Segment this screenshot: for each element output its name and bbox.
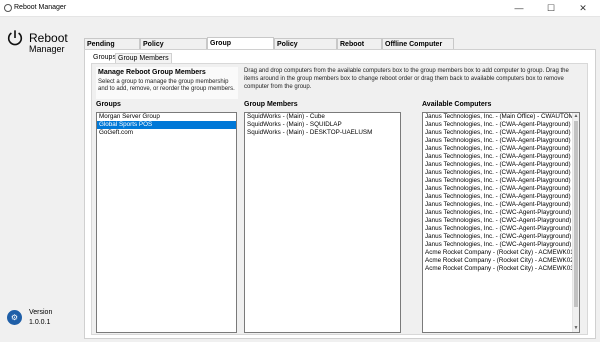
computer-item[interactable]: Janus Technologies, Inc. - (Main Office)… — [423, 113, 573, 121]
group-item-selected[interactable]: Global Sports POS — [97, 121, 236, 129]
computer-item[interactable]: Janus Technologies, Inc. - (CWC-Agent-Pl… — [423, 225, 573, 233]
group-management-panel: Groups Group Members Manage Reboot Group… — [84, 49, 596, 339]
computer-item[interactable]: Janus Technologies, Inc. - (CWA-Agent-Pl… — [423, 177, 573, 185]
brand-subtitle: Manager — [29, 44, 65, 54]
version-number: 1.0.0.1 — [29, 319, 51, 326]
group-item[interactable]: Morgan Server Group — [97, 113, 236, 121]
computer-item[interactable]: Janus Technologies, Inc. - (CWA-Agent-Pl… — [423, 121, 573, 129]
tab-pending-reboot[interactable]: Pending Reboot — [84, 38, 140, 59]
group-members-listbox[interactable]: SquidWorks - (Main) - Cube SquidWorks - … — [244, 112, 401, 333]
computer-item[interactable]: Janus Technologies, Inc. - (CWC-Agent-Pl… — [423, 233, 573, 241]
app-icon — [4, 4, 12, 12]
computer-item[interactable]: Acme Rocket Company - (Rocket City) - AC… — [423, 257, 573, 265]
minimize-button[interactable]: — — [503, 0, 535, 17]
computer-item[interactable]: Janus Technologies, Inc. - (CWC-Agent-Pl… — [423, 217, 573, 225]
manage-header: Manage Reboot Group Members Select a gro… — [96, 67, 238, 99]
available-computers-listbox[interactable]: Janus Technologies, Inc. - (Main Office)… — [422, 112, 580, 333]
computer-item[interactable]: Acme Rocket Company - (Rocket City) - AC… — [423, 265, 573, 273]
manage-description: Select a group to manage the group membe… — [98, 79, 235, 92]
sidebar: Reboot Manager ⚙ Version 1.0.0.1 — [0, 17, 81, 342]
subtab-groups[interactable]: Groups — [91, 53, 118, 63]
brand-title: Reboot — [29, 31, 68, 45]
tab-group-management[interactable]: Group Management — [207, 37, 274, 58]
computer-item[interactable]: Janus Technologies, Inc. - (CWC-Agent-Pl… — [423, 209, 573, 217]
tab-reboot-logs[interactable]: Reboot Logs — [337, 38, 382, 59]
company-logo-icon: ⚙ — [7, 310, 22, 325]
computer-item[interactable]: Janus Technologies, Inc. - (CWA-Agent-Pl… — [423, 129, 573, 137]
member-item[interactable]: SquidWorks - (Main) - Cube — [245, 113, 400, 121]
power-icon — [7, 30, 23, 46]
computer-item[interactable]: Janus Technologies, Inc. - (CWA-Agent-Pl… — [423, 145, 573, 153]
member-item[interactable]: SquidWorks - (Main) - DESKTOP-UAELUSM — [245, 129, 400, 137]
maximize-button[interactable]: ☐ — [535, 0, 567, 17]
member-item[interactable]: SquidWorks - (Main) - SQUIDLAP — [245, 121, 400, 129]
scroll-up-icon[interactable]: ▲ — [573, 113, 579, 120]
computer-item[interactable]: Janus Technologies, Inc. - (CWA-Agent-Pl… — [423, 137, 573, 145]
title-bar: Reboot Manager — ☐ ✕ — [0, 0, 600, 17]
groups-label: Groups — [96, 101, 121, 108]
group-members-page: Manage Reboot Group Members Select a gro… — [91, 63, 588, 335]
close-button[interactable]: ✕ — [567, 0, 599, 17]
tab-policy-management[interactable]: Policy Management — [140, 38, 207, 59]
scroll-down-icon[interactable]: ▼ — [573, 325, 579, 332]
manage-title: Manage Reboot Group Members — [98, 69, 206, 76]
tab-offline-computer-log[interactable]: Offline Computer Log — [382, 38, 454, 59]
computer-item[interactable]: Janus Technologies, Inc. - (CWA-Agent-Pl… — [423, 201, 573, 209]
computer-item[interactable]: Janus Technologies, Inc. - (CWA-Agent-Pl… — [423, 161, 573, 169]
tab-policy-assignment[interactable]: Policy Assignment — [274, 38, 337, 59]
group-item[interactable]: GoGeft.com — [97, 129, 236, 137]
computer-item[interactable]: Janus Technologies, Inc. - (CWA-Agent-Pl… — [423, 193, 573, 201]
vertical-scrollbar[interactable]: ▲ ▼ — [572, 113, 579, 332]
computer-item[interactable]: Janus Technologies, Inc. - (CWA-Agent-Pl… — [423, 185, 573, 193]
computer-item[interactable]: Janus Technologies, Inc. - (CWA-Agent-Pl… — [423, 153, 573, 161]
groups-listbox[interactable]: Morgan Server Group Global Sports POS Go… — [96, 112, 237, 333]
group-members-label: Group Members — [244, 101, 298, 108]
computer-item[interactable]: Acme Rocket Company - (Rocket City) - AC… — [423, 249, 573, 257]
scrollbar-thumb[interactable] — [574, 121, 578, 307]
computer-item[interactable]: Janus Technologies, Inc. - (CWC-Agent-Pl… — [423, 241, 573, 249]
version-label: Version — [29, 309, 53, 316]
window-title: Reboot Manager — [14, 4, 67, 11]
computer-item[interactable]: Janus Technologies, Inc. - (CWA-Agent-Pl… — [423, 169, 573, 177]
available-items-container: Janus Technologies, Inc. - (Main Office)… — [423, 113, 573, 273]
drag-instructions: Drag and drop computers from the availab… — [244, 68, 569, 90]
available-computers-label: Available Computers — [422, 101, 492, 108]
